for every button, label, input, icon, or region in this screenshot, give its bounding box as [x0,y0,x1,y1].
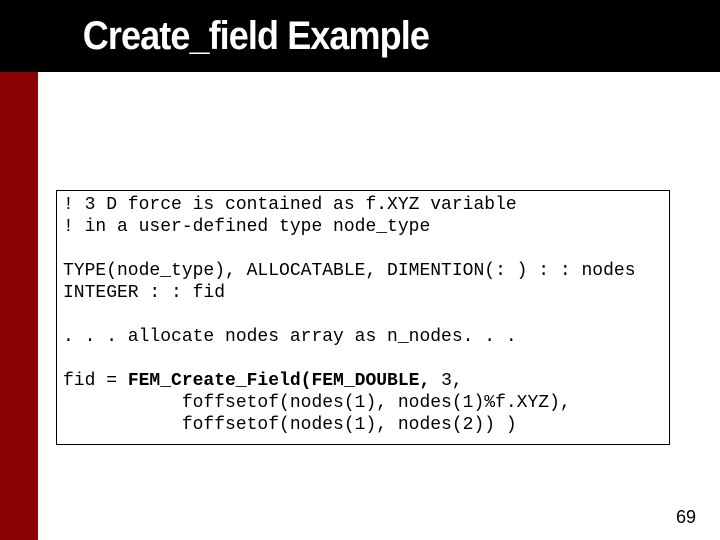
slide-title: Create_field Example [0,14,429,59]
slide: Create_field Example ! 3 D force is cont… [0,0,720,540]
code-box: ! 3 D force is contained as f.XYZ variab… [56,190,670,445]
page-number: 69 [676,507,696,528]
red-sidebar [0,72,38,540]
code-line-6a: fid = [63,371,128,391]
code-line-7: foffsetof(nodes(1), nodes(1)%f.XYZ), [63,393,571,413]
code-line-6c: 3, [430,371,462,391]
code-line-4: INTEGER : : fid [63,283,225,303]
code-block: ! 3 D force is contained as f.XYZ variab… [63,195,663,436]
code-line-2: ! in a user-defined type node_type [63,217,430,237]
code-line-5: . . . allocate nodes array as n_nodes. .… [63,327,517,347]
code-line-8: foffsetof(nodes(1), nodes(2)) ) [63,415,517,435]
code-line-3: TYPE(node_type), ALLOCATABLE, DIMENTION(… [63,261,636,281]
title-bar: Create_field Example [0,0,720,72]
code-line-1: ! 3 D force is contained as f.XYZ variab… [63,195,517,215]
code-line-6b: FEM_Create_Field(FEM_DOUBLE, [128,371,430,391]
